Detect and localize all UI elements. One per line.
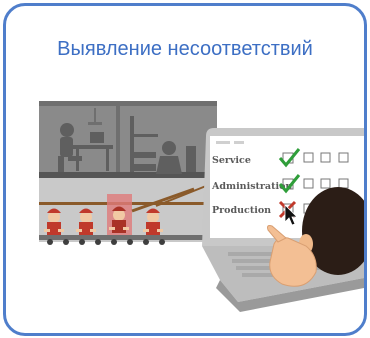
office-building [39,101,217,245]
checklist-label-service: Service [212,155,251,166]
checklist-label-production: Production [212,205,271,216]
laptop-office-illustration: Service Administration Production [39,101,364,312]
card: Выявление несоответствий Service Adminis… [3,3,367,336]
